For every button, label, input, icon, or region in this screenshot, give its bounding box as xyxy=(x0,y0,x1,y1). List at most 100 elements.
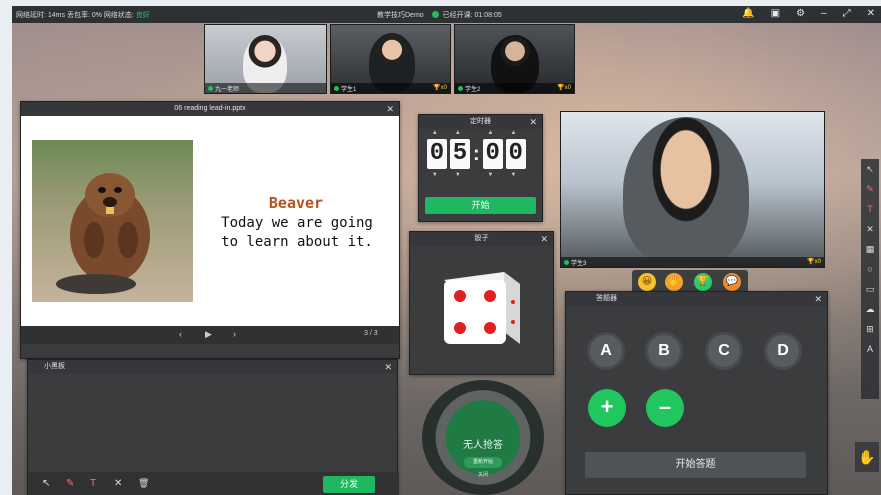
close-responder-button[interactable]: 关闭 xyxy=(474,471,492,478)
play-button[interactable]: ▶ xyxy=(205,329,212,340)
network-status-text: 网络延时: 14ms 丢包率: 0% 网络状态: xyxy=(16,12,134,19)
class-title: 教学技巧Demo xyxy=(377,12,424,19)
timer-digit[interactable]: 0 xyxy=(427,129,447,179)
video-name: 学生3 xyxy=(571,261,587,267)
ppt-panel-header[interactable]: 06 reading lead-in.pptx ✕ xyxy=(21,102,399,116)
beaver-image xyxy=(32,140,193,302)
eraser-tool-icon[interactable]: ✕ xyxy=(114,478,122,489)
slide-body-line: to learn about it. xyxy=(221,234,373,250)
slide-navigation: ‹ ▶ › 3 / 3 xyxy=(21,326,399,344)
next-slide-button[interactable]: › xyxy=(233,329,236,339)
video-name: 九一老师 xyxy=(215,87,240,93)
dice-header[interactable]: 骰子 ✕ xyxy=(410,232,553,246)
video-tile-student-2[interactable]: 学生2 🏆x0 xyxy=(454,24,575,94)
network-status-value: 良好 xyxy=(135,12,150,19)
elapsed-time: 01:08:05 xyxy=(474,12,502,19)
responder-status: 无人抢答 xyxy=(463,440,503,451)
whiteboard-title: 小黑板 xyxy=(44,363,65,370)
slide-page-counter: 3 / 3 xyxy=(364,330,378,337)
pointer-tool-icon[interactable]: ↖ xyxy=(42,478,50,489)
close-icon[interactable]: ✕ xyxy=(540,232,548,246)
add-option-button[interactable]: + xyxy=(588,389,626,427)
comment-icon[interactable]: 💬 xyxy=(723,273,741,291)
user-icon[interactable]: A xyxy=(861,339,879,359)
responder-widget[interactable]: 无人抢答 重新开始 关闭 xyxy=(422,380,544,495)
pointer-icon[interactable]: ↖ xyxy=(861,159,879,179)
whiteboard-toolbar: ↖ ✎ T ✕ 🗑 分发 xyxy=(28,472,399,495)
timer-header[interactable]: 定时器 ✕ xyxy=(419,115,542,129)
timer-title: 定时器 xyxy=(470,118,491,125)
mic-icon xyxy=(458,86,463,91)
top-bar: 网络延时: 14ms 丢包率: 0% 网络状态: 良好 教学技巧Demo 已经开… xyxy=(12,6,881,23)
trophy-count: 🏆x0 xyxy=(433,85,447,91)
fullscreen-icon[interactable]: ⤢ xyxy=(843,8,851,19)
timer-digit[interactable]: 0 xyxy=(482,129,503,179)
close-icon[interactable]: ✕ xyxy=(386,102,394,116)
ppt-file-name: 06 reading lead-in.pptx xyxy=(174,105,246,112)
close-icon[interactable]: ✕ xyxy=(529,115,537,129)
dice-panel: 骰子 ✕ xyxy=(409,231,554,375)
quiz-panel: 答题器 ✕ A B C D + – 开始答题 xyxy=(565,291,828,495)
remove-option-button[interactable]: – xyxy=(646,389,684,427)
video-tile-teacher[interactable]: 九一老师 xyxy=(204,24,327,94)
bell-icon[interactable]: 🔔 xyxy=(742,8,754,19)
video-tile-student-1[interactable]: 学生1 🏆x0 xyxy=(330,24,451,94)
option-b-button[interactable]: B xyxy=(645,332,683,370)
dice-title: 骰子 xyxy=(474,235,489,242)
trophy-count-value: x0 xyxy=(564,85,571,91)
whiteboard-panel: 小黑板 ✕ ↖ ✎ T ✕ 🗑 分发 xyxy=(27,359,399,495)
rectangle-icon[interactable]: ▭ xyxy=(861,279,879,299)
option-d-button[interactable]: D xyxy=(764,332,802,370)
hand-raise-icon[interactable]: ✋ xyxy=(855,442,879,472)
prev-slide-button[interactable]: ‹ xyxy=(179,329,182,339)
timer-digit[interactable]: 0 xyxy=(505,129,526,179)
video-name: 学生1 xyxy=(341,87,357,93)
trophy-icon[interactable]: 🏆 xyxy=(694,273,712,291)
circle-icon[interactable]: ○ xyxy=(861,259,879,279)
video-label: 九一老师 xyxy=(205,83,326,93)
eraser-icon[interactable]: ✕ xyxy=(861,219,879,239)
text-icon[interactable]: T xyxy=(861,199,879,219)
live-dot-icon xyxy=(431,11,439,18)
video-label: 学生1 🏆x0 xyxy=(331,83,450,93)
pen-tool-icon[interactable]: ✎ xyxy=(66,478,74,489)
pen-icon[interactable]: ✎ xyxy=(861,179,879,199)
screen-icon[interactable]: ▣ xyxy=(771,8,780,19)
hand-icon[interactable]: 🖐 xyxy=(665,273,683,291)
dice-icon[interactable] xyxy=(434,262,524,352)
close-icon[interactable]: ✕ xyxy=(814,292,822,306)
mic-icon xyxy=(564,260,569,265)
whiteboard-header[interactable]: 小黑板 ✕ xyxy=(28,360,397,374)
trophy-count-value: x0 xyxy=(440,85,447,91)
timer-start-button[interactable]: 开始 xyxy=(425,197,536,214)
slide-body-line: Today we are going xyxy=(221,215,373,231)
minimize-icon[interactable]: – xyxy=(821,8,827,19)
timer-colon: : xyxy=(473,142,480,165)
trophy-count: 🏆x0 xyxy=(807,259,821,265)
settings-icon[interactable]: ⚙ xyxy=(796,8,805,19)
restart-button[interactable]: 重新开始 xyxy=(464,457,502,468)
timer-display: 0 5 : 0 0 xyxy=(427,129,526,179)
ppt-panel: 06 reading lead-in.pptx ✕ Beaver Today w… xyxy=(20,101,400,359)
delete-tool-icon[interactable]: 🗑 xyxy=(138,478,149,489)
quiz-header[interactable]: 答题器 ✕ xyxy=(566,292,827,306)
timer-digit[interactable]: 5 xyxy=(450,129,470,179)
class-title-bar: 教学技巧Demo 已经开课: 01:08:05 xyxy=(377,10,502,20)
toolbox-icon[interactable]: ⊞ xyxy=(861,319,879,339)
video-tile-student-3[interactable]: 学生3 🏆x0 xyxy=(560,111,825,268)
cloud-icon[interactable]: ☁ xyxy=(861,299,879,319)
student-3-video xyxy=(623,117,749,267)
trophy-count: 🏆x0 xyxy=(557,85,571,91)
option-c-button[interactable]: C xyxy=(705,332,743,370)
slide-heading: Beaver xyxy=(268,194,324,212)
start-quiz-button[interactable]: 开始答题 xyxy=(585,452,806,478)
video-label: 学生2 🏆x0 xyxy=(455,83,574,93)
right-toolbar: ↖ ✎ T ✕ ▦ ○ ▭ ☁ ⊞ A xyxy=(861,159,879,399)
text-tool-icon[interactable]: T xyxy=(90,478,96,489)
close-icon[interactable]: ✕ xyxy=(384,360,392,374)
grid-icon[interactable]: ▦ xyxy=(861,239,879,259)
close-icon[interactable]: ✕ xyxy=(867,8,875,19)
smile-icon[interactable]: 😀 xyxy=(638,273,656,291)
option-a-button[interactable]: A xyxy=(587,332,625,370)
send-whiteboard-button[interactable]: 分发 xyxy=(323,476,375,493)
